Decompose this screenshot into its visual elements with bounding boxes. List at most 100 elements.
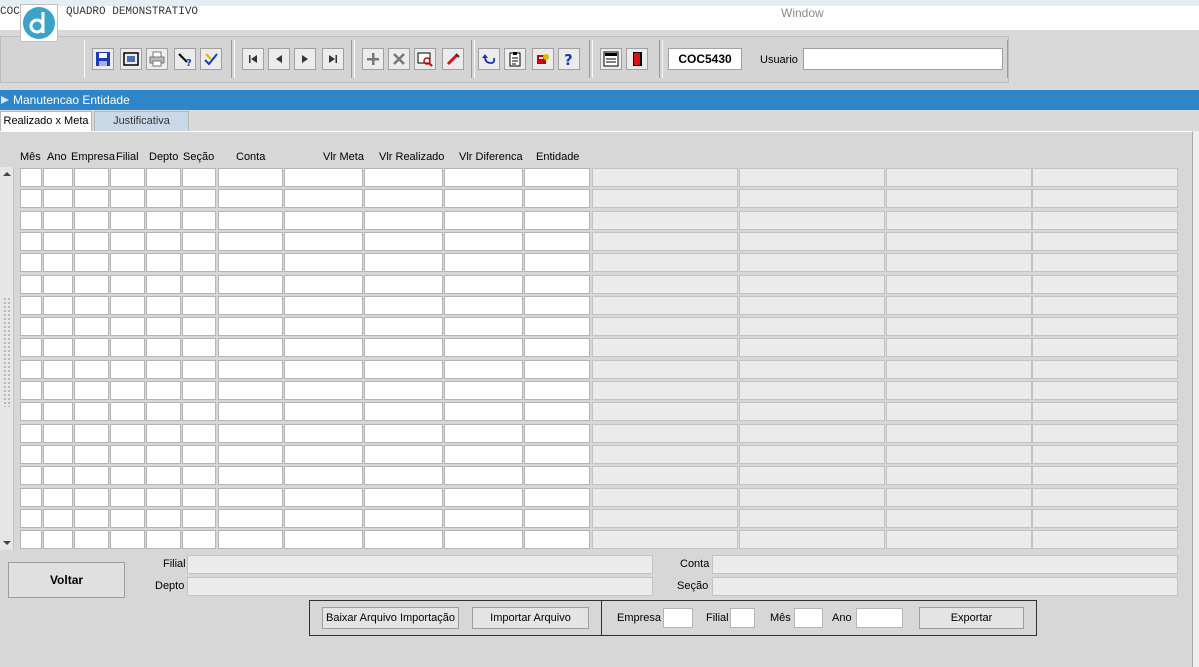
cell-filial[interactable]: [110, 488, 145, 507]
cell-vlr-meta[interactable]: [284, 466, 363, 485]
cell-vlr-meta[interactable]: [284, 168, 363, 187]
cell-vlr-diferenca[interactable]: [444, 253, 523, 272]
cell-ano[interactable]: [43, 402, 73, 421]
settings-icon[interactable]: [532, 48, 554, 70]
cell-filial[interactable]: [110, 232, 145, 251]
tab-justificativa[interactable]: Justificativa: [94, 111, 189, 131]
cell-vlr-diferenca[interactable]: [444, 360, 523, 379]
cell-vlr-realizado[interactable]: [364, 338, 443, 357]
undo-icon[interactable]: [478, 48, 500, 70]
cell-empresa[interactable]: [74, 466, 109, 485]
filial-export-input[interactable]: [730, 608, 755, 628]
cell-entidade[interactable]: [524, 466, 590, 485]
cell-vlr-diferenca[interactable]: [444, 509, 523, 528]
empresa-input[interactable]: [663, 608, 693, 628]
cell-mes[interactable]: [20, 466, 42, 485]
cell-mes[interactable]: [20, 275, 42, 294]
help-icon[interactable]: ?: [558, 48, 580, 70]
cell-empresa[interactable]: [74, 530, 109, 549]
cell-vlr-diferenca[interactable]: [444, 296, 523, 315]
cell-mes[interactable]: [20, 530, 42, 549]
cell-ano[interactable]: [43, 424, 73, 443]
cell-vlr-realizado[interactable]: [364, 381, 443, 400]
cell-entidade[interactable]: [524, 232, 590, 251]
cell-entidade[interactable]: [524, 296, 590, 315]
cell-mes[interactable]: [20, 488, 42, 507]
panel-collapse-icon[interactable]: [1, 96, 9, 104]
cell-vlr-diferenca[interactable]: [444, 168, 523, 187]
cell-depto[interactable]: [146, 360, 181, 379]
cell-entidade[interactable]: [524, 211, 590, 230]
cell-secao[interactable]: [182, 509, 216, 528]
cell-mes[interactable]: [20, 360, 42, 379]
cell-filial[interactable]: [110, 317, 145, 336]
cell-vlr-meta[interactable]: [284, 509, 363, 528]
print-preview-icon[interactable]: [120, 48, 142, 70]
cell-entidade[interactable]: [524, 530, 590, 549]
cell-vlr-realizado[interactable]: [364, 402, 443, 421]
cell-vlr-realizado[interactable]: [364, 168, 443, 187]
cell-vlr-meta[interactable]: [284, 296, 363, 315]
cell-mes[interactable]: [20, 253, 42, 272]
cell-secao[interactable]: [182, 381, 216, 400]
cell-depto[interactable]: [146, 296, 181, 315]
cell-conta[interactable]: [218, 360, 283, 379]
cell-conta[interactable]: [218, 381, 283, 400]
cell-vlr-diferenca[interactable]: [444, 402, 523, 421]
cell-entidade[interactable]: [524, 509, 590, 528]
cell-ano[interactable]: [43, 168, 73, 187]
cell-conta[interactable]: [218, 275, 283, 294]
cell-empresa[interactable]: [74, 211, 109, 230]
cell-entidade[interactable]: [524, 275, 590, 294]
tab-realizado-x-meta[interactable]: Realizado x Meta: [0, 111, 92, 131]
cell-vlr-meta[interactable]: [284, 402, 363, 421]
cell-conta[interactable]: [218, 445, 283, 464]
cell-filial[interactable]: [110, 381, 145, 400]
cell-secao[interactable]: [182, 445, 216, 464]
scroll-thumb[interactable]: [3, 297, 11, 407]
cell-conta[interactable]: [218, 232, 283, 251]
cell-secao[interactable]: [182, 466, 216, 485]
cell-ano[interactable]: [43, 275, 73, 294]
cell-depto[interactable]: [146, 253, 181, 272]
cell-ano[interactable]: [43, 530, 73, 549]
cell-entidade[interactable]: [524, 253, 590, 272]
exit-icon[interactable]: [626, 48, 648, 70]
cell-vlr-diferenca[interactable]: [444, 189, 523, 208]
cell-ano[interactable]: [43, 445, 73, 464]
cell-conta[interactable]: [218, 509, 283, 528]
cell-vlr-meta[interactable]: [284, 317, 363, 336]
cell-vlr-realizado[interactable]: [364, 317, 443, 336]
cell-empresa[interactable]: [74, 253, 109, 272]
ano-input[interactable]: [856, 608, 903, 628]
cell-ano[interactable]: [43, 211, 73, 230]
cell-conta[interactable]: [218, 424, 283, 443]
cell-secao[interactable]: [182, 360, 216, 379]
cell-ano[interactable]: [43, 488, 73, 507]
delete-record-icon[interactable]: [388, 48, 410, 70]
cell-vlr-diferenca[interactable]: [444, 275, 523, 294]
cell-secao[interactable]: [182, 232, 216, 251]
cell-depto[interactable]: [146, 488, 181, 507]
cell-mes[interactable]: [20, 381, 42, 400]
cell-secao[interactable]: [182, 168, 216, 187]
cell-filial[interactable]: [110, 338, 145, 357]
cell-ano[interactable]: [43, 296, 73, 315]
cell-entidade[interactable]: [524, 317, 590, 336]
cell-filial[interactable]: [110, 445, 145, 464]
cell-filial[interactable]: [110, 168, 145, 187]
cell-empresa[interactable]: [74, 189, 109, 208]
cell-depto[interactable]: [146, 232, 181, 251]
cell-entidade[interactable]: [524, 402, 590, 421]
cell-vlr-meta[interactable]: [284, 275, 363, 294]
cell-mes[interactable]: [20, 445, 42, 464]
cell-ano[interactable]: [43, 381, 73, 400]
cell-vlr-diferenca[interactable]: [444, 338, 523, 357]
usuario-input[interactable]: [803, 48, 1003, 70]
cell-filial[interactable]: [110, 466, 145, 485]
cell-mes[interactable]: [20, 424, 42, 443]
cell-filial[interactable]: [110, 402, 145, 421]
cell-filial[interactable]: [110, 424, 145, 443]
scroll-down-icon[interactable]: [1, 537, 13, 549]
cell-vlr-diferenca[interactable]: [444, 381, 523, 400]
